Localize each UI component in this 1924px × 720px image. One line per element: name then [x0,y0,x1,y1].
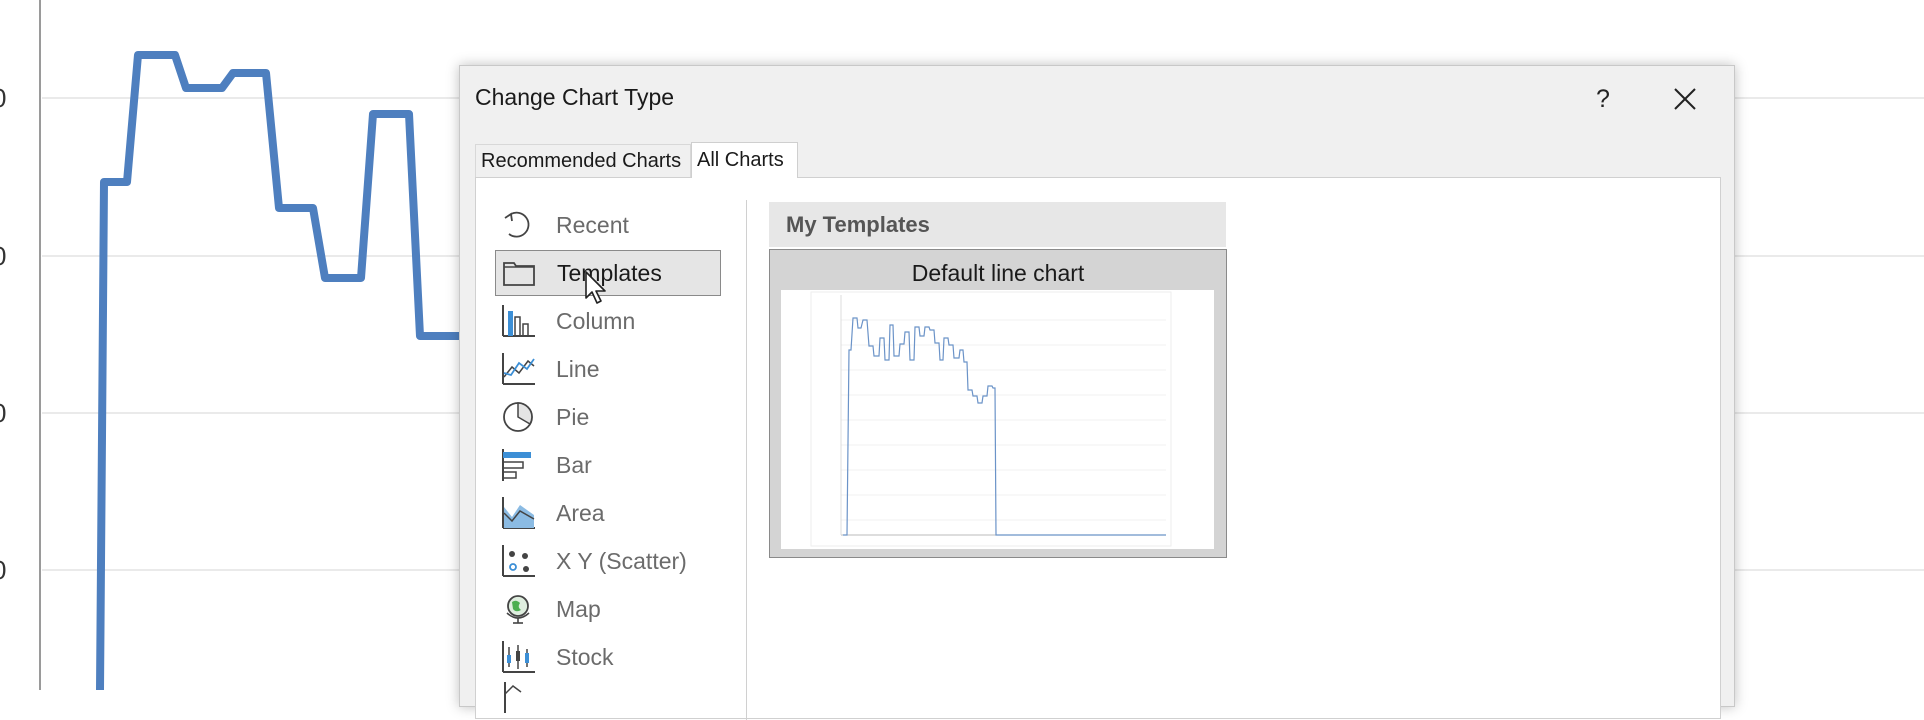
category-item-line[interactable]: Line [495,346,721,392]
mouse-cursor-icon [585,271,606,304]
y-tick-label: 0 [0,83,6,113]
surface-chart-icon [500,682,536,714]
pie-chart-icon [500,401,536,433]
y-tick-label: 0 [0,398,6,428]
column-chart-icon [500,305,536,337]
category-label: Area [556,499,605,526]
line-chart-icon [500,353,536,385]
category-label: Line [556,355,600,382]
close-button[interactable] [1660,76,1710,122]
map-chart-icon [500,593,536,625]
sidebar-divider [746,200,747,720]
tab-recommended-charts[interactable]: Recommended Charts [475,144,691,178]
category-item-recent[interactable]: Recent [495,202,721,248]
y-tick-label: 0 [0,241,6,271]
bar-chart-icon [500,449,536,481]
category-label: Bar [556,451,592,478]
category-item-surface[interactable] [495,682,721,714]
category-item-map[interactable]: Map [495,586,721,632]
template-item-default-line-chart[interactable]: Default line chart [769,249,1227,558]
my-templates-title: My Templates [786,211,930,237]
dialog-title: Change Chart Type [475,84,675,110]
recent-icon [500,209,536,241]
category-label: Recent [556,211,629,238]
category-item-stock[interactable]: Stock [495,634,721,680]
chart-category-list: Recent Templates Column Line Pie Bar Are… [476,178,746,718]
area-chart-icon [500,497,536,529]
category-label: Column [556,307,636,334]
chart-series-line [96,51,462,690]
scatter-chart-icon [500,545,536,577]
category-label: Map [556,595,601,622]
tab-all-charts[interactable]: All Charts [691,142,798,178]
category-label: Stock [556,643,614,670]
category-item-scatter[interactable]: X Y (Scatter) [495,538,721,584]
stock-chart-icon [500,641,536,673]
help-button[interactable]: ? [1578,76,1628,122]
category-item-area[interactable]: Area [495,490,721,536]
all-charts-panel: Recent Templates Column Line Pie Bar Are… [475,177,1721,720]
category-label: X Y (Scatter) [556,547,687,574]
template-preview-thumbnail [781,290,1214,549]
category-item-bar[interactable]: Bar [495,442,721,488]
y-tick-label: 0 [0,555,6,585]
category-label: Pie [556,403,590,430]
template-name: Default line chart [911,260,1085,286]
folder-icon [501,257,537,289]
change-chart-type-dialog: Change Chart Type ? Recommended Charts A… [459,65,1735,720]
my-templates-header: My Templates [769,202,1226,247]
close-icon [1674,88,1696,110]
category-item-pie[interactable]: Pie [495,394,721,440]
